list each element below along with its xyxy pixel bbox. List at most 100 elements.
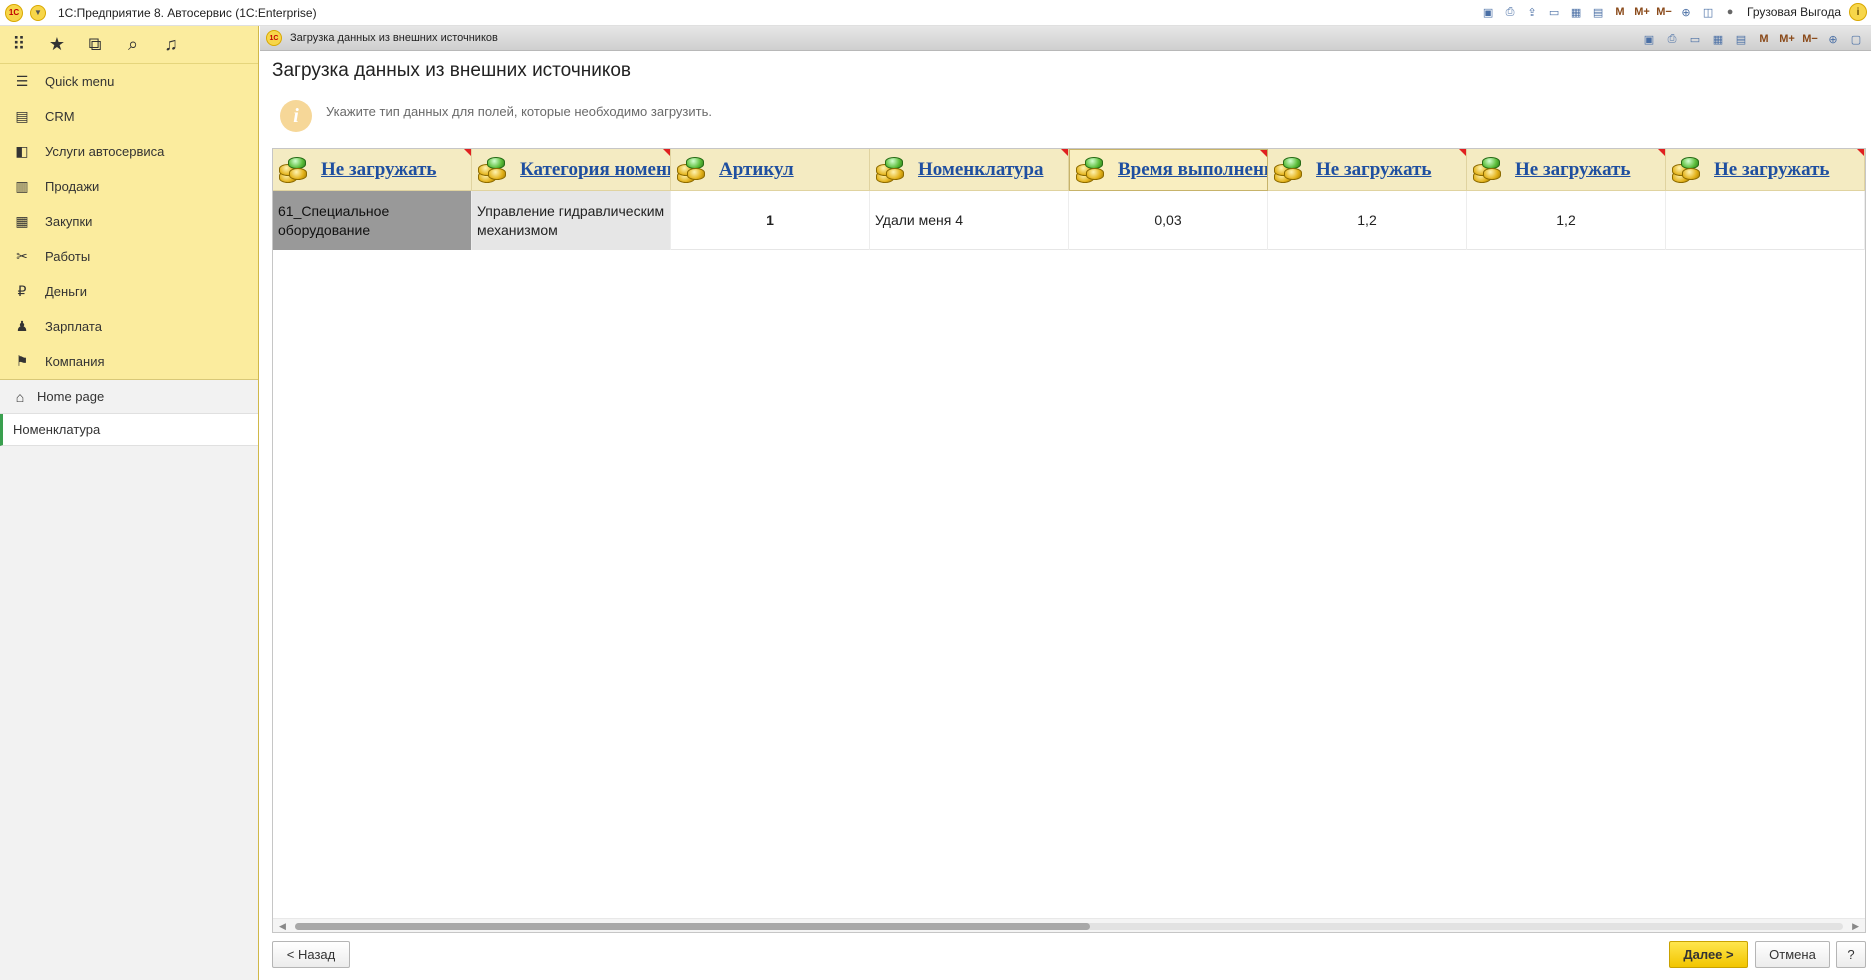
- cancel-button[interactable]: Отмена: [1755, 941, 1830, 968]
- back-button[interactable]: < Назад: [272, 941, 350, 968]
- next-button[interactable]: Далее >: [1669, 941, 1748, 968]
- calculator-icon[interactable]: ▦: [1709, 30, 1727, 48]
- sidebar-item-autoservice[interactable]: ◧ Услуги автосервиса: [0, 134, 258, 169]
- column-header[interactable]: Не загружать: [273, 149, 472, 191]
- favorites-star-icon[interactable]: ★: [46, 34, 68, 56]
- database-icon: [1074, 153, 1106, 187]
- column-header-link[interactable]: Время выполнения: [1118, 159, 1267, 181]
- notifications-bell-icon[interactable]: ♫: [160, 34, 182, 56]
- history-icon[interactable]: ⧉: [84, 34, 106, 56]
- table-cell[interactable]: 1: [671, 191, 870, 250]
- maximize-icon[interactable]: ▢: [1847, 30, 1865, 48]
- scroll-left-icon[interactable]: ◀: [279, 921, 286, 932]
- apps-grid-icon[interactable]: ⠿: [8, 34, 30, 56]
- column-header[interactable]: Номенклатура: [870, 149, 1069, 191]
- required-marker: [663, 149, 670, 156]
- help-button[interactable]: ?: [1836, 941, 1866, 968]
- sidebar-item-label: Закупки: [45, 214, 93, 229]
- table-cell[interactable]: Удали меня 4: [870, 191, 1069, 250]
- search-icon[interactable]: ⌕: [122, 34, 144, 56]
- main-menu-dropdown-icon[interactable]: ▼: [30, 4, 46, 21]
- column-header-link[interactable]: Не загружать: [321, 159, 436, 181]
- memory-plus-icon[interactable]: M+: [1778, 30, 1796, 48]
- shop-icon: ▥: [15, 178, 29, 194]
- app-title: 1С:Предприятие 8. Автосервис (1С:Enterpr…: [58, 5, 317, 20]
- database-icon: [1471, 153, 1503, 187]
- sidebar-item-works[interactable]: ✂ Работы: [0, 239, 258, 274]
- upload-icon[interactable]: ⇪: [1523, 3, 1541, 21]
- memory-minus-icon[interactable]: M−: [1655, 3, 1673, 21]
- column-header-link[interactable]: Не загружать: [1515, 159, 1630, 181]
- save-icon[interactable]: ▣: [1640, 30, 1658, 48]
- page-title: Загрузка данных из внешних источников: [272, 60, 632, 81]
- table-cell[interactable]: [1666, 191, 1865, 250]
- print-preview-icon[interactable]: ▭: [1545, 3, 1563, 21]
- sidebar-item-money[interactable]: ₽ Деньги: [0, 274, 258, 309]
- user-icon: ●: [1726, 6, 1734, 18]
- memory-minus-icon[interactable]: M−: [1801, 30, 1819, 48]
- column-header-link[interactable]: Номенклатура: [918, 159, 1044, 181]
- scroll-thumb[interactable]: [295, 923, 1090, 930]
- scroll-track[interactable]: [295, 923, 1843, 930]
- open-window-tab[interactable]: Номенклатура: [0, 414, 258, 446]
- column-header-link[interactable]: Не загружать: [1316, 159, 1431, 181]
- sidebar-item-purchases[interactable]: ▦ Закупки: [0, 204, 258, 239]
- memory-icon[interactable]: M: [1755, 30, 1773, 48]
- grid-header-row: Не загружать Категория номенклатуры Арти…: [273, 149, 1865, 191]
- sidebar-item-label: CRM: [45, 109, 75, 124]
- save-icon[interactable]: ▣: [1479, 3, 1497, 21]
- home-page-link[interactable]: ⌂ Home page: [0, 380, 258, 414]
- column-header[interactable]: Не загружать: [1268, 149, 1467, 191]
- info-icon[interactable]: i: [1849, 3, 1867, 21]
- print-icon[interactable]: ⎙: [1501, 3, 1519, 21]
- column-header-link[interactable]: Не загружать: [1714, 159, 1829, 181]
- column-header[interactable]: Категория номенклатуры: [472, 149, 671, 191]
- horizontal-scrollbar[interactable]: ◀ ▶: [273, 918, 1865, 932]
- table-cell[interactable]: Управление гидравлическим механизмом: [472, 191, 671, 250]
- print-preview-icon[interactable]: ▭: [1686, 30, 1704, 48]
- calendar-icon[interactable]: ▤: [1589, 3, 1607, 21]
- panels-icon[interactable]: ◫: [1699, 3, 1717, 21]
- sidebar-item-company[interactable]: ⚑ Компания: [0, 344, 258, 379]
- column-header[interactable]: Время выполнения: [1069, 149, 1268, 191]
- sidebar-item-crm[interactable]: ▤ CRM: [0, 99, 258, 134]
- sidebar-item-label: Компания: [45, 354, 105, 369]
- required-marker: [1658, 149, 1665, 156]
- column-header[interactable]: Не загружать: [1467, 149, 1666, 191]
- table-cell[interactable]: 1,2: [1467, 191, 1666, 250]
- required-marker: [1857, 149, 1864, 156]
- column-header-link[interactable]: Артикул: [719, 159, 794, 181]
- menu-icon: ☰: [15, 73, 29, 89]
- table-cell[interactable]: 0,03: [1069, 191, 1268, 250]
- scroll-right-icon[interactable]: ▶: [1852, 921, 1859, 932]
- column-header-link[interactable]: Категория номенклатуры: [520, 159, 670, 181]
- memory-plus-icon[interactable]: M+: [1633, 3, 1651, 21]
- 1c-logo-icon[interactable]: 1С: [5, 3, 23, 22]
- hint-text: Укажите тип данных для полей, которые не…: [326, 104, 712, 119]
- hint-message: i Укажите тип данных для полей, которые …: [280, 100, 712, 132]
- window-title: Загрузка данных из внешних источников: [290, 32, 498, 44]
- home-page-label: Home page: [37, 389, 105, 404]
- table-row[interactable]: 61_Специальное оборудование Управление г…: [273, 191, 1865, 250]
- table-cell[interactable]: 61_Специальное оборудование: [273, 191, 472, 250]
- purchases-icon: ▦: [15, 213, 29, 229]
- table-cell[interactable]: 1,2: [1268, 191, 1467, 250]
- main-window: 1С Загрузка данных из внешних источников…: [260, 26, 1871, 980]
- sidebar-item-salary[interactable]: ♟ Зарплата: [0, 309, 258, 344]
- calculator-icon[interactable]: ▦: [1567, 3, 1585, 21]
- sections-panel: ⠿ ★ ⧉ ⌕ ♫ ☰ Quick menu ▤ CRM ◧ Услуги ав…: [0, 26, 258, 380]
- user-name[interactable]: Грузовая Выгода: [1747, 5, 1841, 19]
- zoom-icon[interactable]: ⊕: [1824, 30, 1842, 48]
- ruble-icon: ₽: [17, 283, 27, 299]
- sidebar-item-quick-menu[interactable]: ☰ Quick menu: [0, 64, 258, 99]
- column-header[interactable]: Артикул: [671, 149, 870, 191]
- sidebar-item-sales[interactable]: ▥ Продажи: [0, 169, 258, 204]
- print-icon[interactable]: ⎙: [1663, 30, 1681, 48]
- memory-icon[interactable]: M: [1611, 3, 1629, 21]
- required-marker: [1061, 149, 1068, 156]
- home-icon: ⌂: [15, 388, 25, 405]
- sidebar-item-label: Quick menu: [45, 74, 115, 89]
- calendar-icon[interactable]: ▤: [1732, 30, 1750, 48]
- zoom-icon[interactable]: ⊕: [1677, 3, 1695, 21]
- column-header[interactable]: Не загружать: [1666, 149, 1865, 191]
